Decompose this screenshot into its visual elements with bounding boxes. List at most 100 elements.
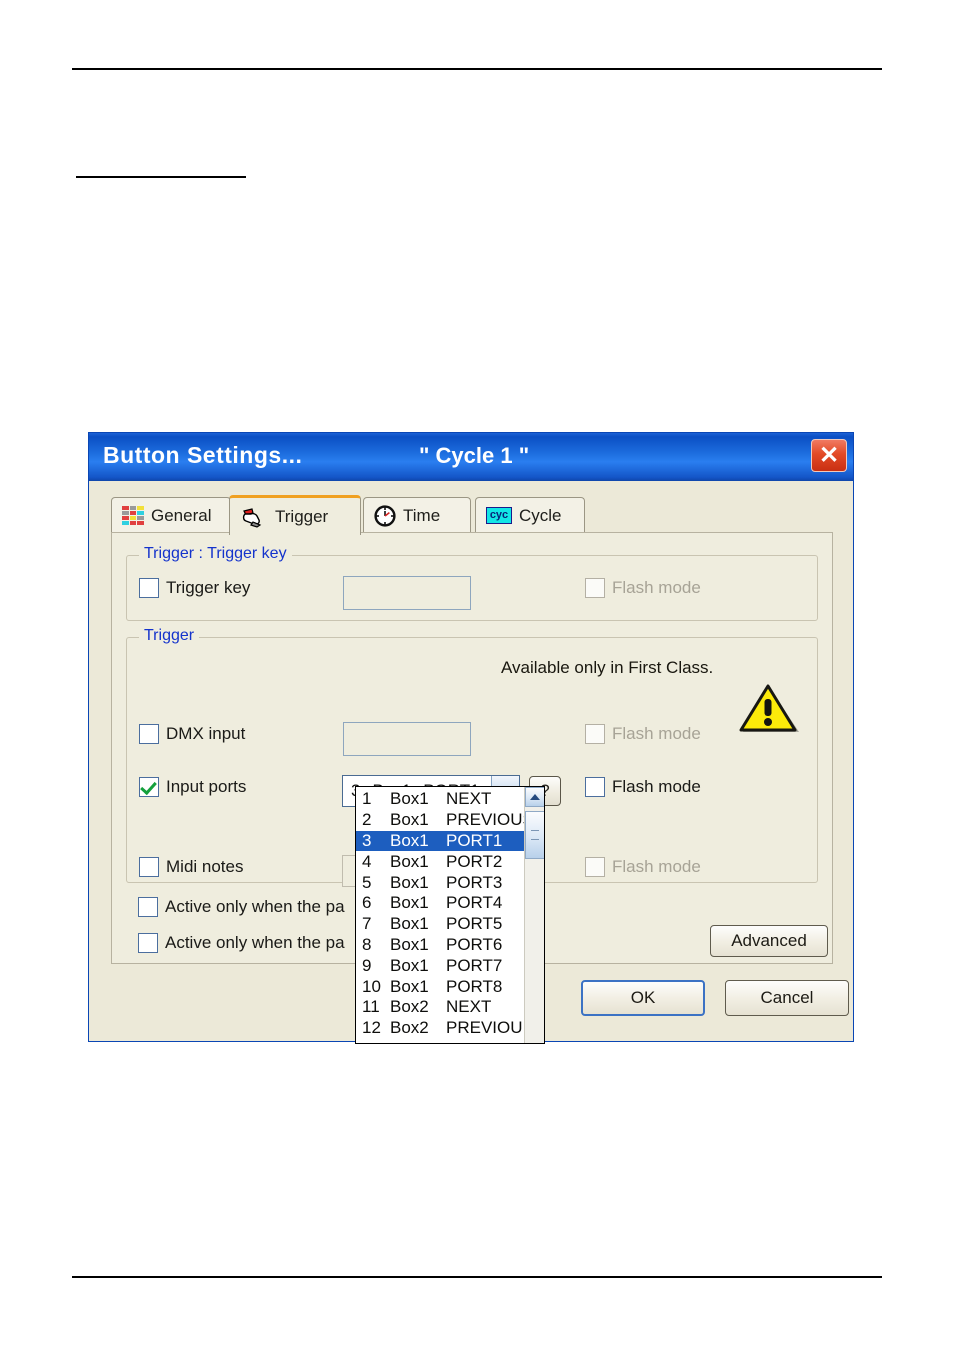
dropdown-item-box: Box1 bbox=[390, 789, 429, 809]
dropdown-item-box: Box1 bbox=[390, 851, 429, 871]
dropdown-item-index: 6 bbox=[362, 893, 372, 913]
ok-button[interactable]: OK bbox=[581, 980, 705, 1016]
tab-trigger-label: Trigger bbox=[275, 506, 329, 526]
trigger-key-flash-checkbox bbox=[585, 578, 605, 598]
dropdown-item-box: Box1 bbox=[390, 810, 429, 830]
dropdown-item-port: PORT5 bbox=[446, 914, 503, 934]
trigger-key-row: Trigger key bbox=[139, 578, 250, 598]
input-ports-flash-row: Flash mode bbox=[585, 777, 701, 797]
dropdown-scrollbar[interactable] bbox=[524, 787, 544, 1043]
trigger-key-checkbox[interactable] bbox=[139, 578, 159, 598]
trigger-key-group: Trigger : Trigger key Trigger key Flash … bbox=[126, 545, 818, 621]
midi-notes-row: Midi notes bbox=[139, 857, 243, 877]
scroll-up-arrow-icon[interactable] bbox=[525, 787, 544, 807]
page-option-row-2: Active only when the pa bbox=[138, 933, 345, 953]
dropdown-item[interactable]: 2 Box1 PREVIOUS bbox=[356, 810, 534, 831]
dmx-input-value-field[interactable] bbox=[343, 722, 471, 756]
section-underline bbox=[76, 176, 246, 178]
dmx-input-row: DMX input bbox=[139, 724, 245, 744]
page-option-checkbox-2[interactable] bbox=[138, 933, 158, 953]
dmx-input-checkbox[interactable] bbox=[139, 724, 159, 744]
dmx-flash-checkbox bbox=[585, 724, 605, 744]
scrollbar-thumb[interactable] bbox=[525, 811, 544, 859]
cancel-button[interactable]: Cancel bbox=[725, 980, 849, 1016]
dropdown-item-port: PORT1 bbox=[446, 830, 503, 850]
dropdown-item[interactable]: 6 Box1 PORT4 bbox=[356, 893, 526, 914]
midi-flash-checkbox bbox=[585, 857, 605, 877]
tab-cycle-label: Cycle bbox=[519, 505, 562, 525]
dropdown-item-box: Box2 bbox=[390, 997, 429, 1017]
dropdown-item-index: 8 bbox=[362, 934, 372, 954]
dropdown-item-port: PORT3 bbox=[446, 872, 503, 892]
tab-trigger[interactable]: Trigger bbox=[229, 495, 361, 535]
page-footer-rule bbox=[72, 1276, 882, 1278]
dropdown-item-port: PORT2 bbox=[446, 851, 503, 871]
trigger-key-input[interactable] bbox=[343, 576, 471, 610]
dropdown-item-port: PORT8 bbox=[446, 976, 503, 996]
trigger-key-flash-label: Flash mode bbox=[612, 578, 701, 597]
trigger-key-label: Trigger key bbox=[166, 578, 251, 597]
advanced-button[interactable]: Advanced bbox=[710, 925, 828, 957]
midi-flash-row: Flash mode bbox=[585, 857, 701, 877]
dropdown-item-index: 12 bbox=[362, 1018, 381, 1038]
dropdown-item-box: Box2 bbox=[390, 1018, 429, 1038]
dropdown-item-port: PREVIOU bbox=[446, 1018, 523, 1038]
dropdown-item-box: Box1 bbox=[390, 934, 429, 954]
cyc-badge-icon: cyc bbox=[486, 507, 512, 524]
dmx-flash-label: Flash mode bbox=[612, 724, 701, 743]
tab-general-label: General bbox=[151, 505, 212, 525]
input-ports-dropdown-list[interactable]: 1 Box1 NEXT 2 Box1 PREVIOUS 3 Box1 PORT1 4 Box1 POR… bbox=[355, 786, 545, 1044]
dropdown-item[interactable]: 12 Box2 PREVIOU bbox=[356, 1018, 526, 1039]
input-ports-flash-label: Flash mode bbox=[612, 777, 701, 796]
clock-icon bbox=[374, 504, 396, 527]
input-ports-flash-checkbox[interactable] bbox=[585, 777, 605, 797]
input-ports-label: Input ports bbox=[166, 777, 247, 796]
dropdown-item[interactable]: 8 Box1 PORT6 bbox=[356, 935, 526, 956]
page-option-checkbox-1[interactable] bbox=[138, 897, 158, 917]
dropdown-item[interactable]: 9 Box1 PORT7 bbox=[356, 955, 526, 976]
tab-time-label: Time bbox=[403, 505, 441, 525]
close-icon[interactable]: ✕ bbox=[811, 439, 847, 472]
dropdown-item-port: PORT4 bbox=[446, 893, 503, 913]
dropdown-item-index: 3 bbox=[362, 830, 372, 850]
input-ports-row: Input ports bbox=[139, 777, 246, 797]
dropdown-item[interactable]: 11 Box2 NEXT bbox=[356, 997, 526, 1018]
dropdown-item[interactable]: 7 Box1 PORT5 bbox=[356, 914, 526, 935]
midi-notes-checkbox[interactable] bbox=[139, 857, 159, 877]
dialog-titlebar: Button Settings... " Cycle 1 " ✕ bbox=[89, 433, 853, 481]
tab-strip: General Trigger Time cyc Cycle bbox=[111, 495, 833, 535]
tab-general[interactable]: General bbox=[111, 497, 231, 533]
page-header-rule bbox=[72, 68, 882, 70]
dmx-flash-row: Flash mode bbox=[585, 724, 701, 744]
hand-click-icon bbox=[240, 505, 268, 529]
dialog-subtitle: " Cycle 1 " bbox=[419, 443, 530, 468]
color-grid-icon bbox=[122, 506, 144, 525]
dropdown-item-index: 11 bbox=[362, 997, 380, 1017]
dropdown-item-index: 9 bbox=[362, 955, 372, 975]
midi-notes-label: Midi notes bbox=[166, 857, 244, 876]
dropdown-item-index: 4 bbox=[362, 851, 372, 871]
dropdown-item[interactable]: 5 Box1 PORT3 bbox=[356, 872, 526, 893]
dropdown-item-box: Box1 bbox=[390, 872, 429, 892]
dropdown-item[interactable]: 4 Box1 PORT2 bbox=[356, 851, 526, 872]
dropdown-item[interactable]: 10 Box1 PORT8 bbox=[356, 976, 526, 997]
dropdown-item-port: NEXT bbox=[446, 789, 492, 809]
dropdown-item-index: 5 bbox=[362, 872, 372, 892]
trigger-key-group-legend: Trigger : Trigger key bbox=[139, 545, 292, 563]
input-ports-checkbox[interactable] bbox=[139, 777, 159, 797]
trigger-key-flash-row: Flash mode bbox=[585, 578, 701, 598]
dropdown-item-index: 10 bbox=[362, 976, 381, 996]
dropdown-item-box: Box1 bbox=[390, 955, 429, 975]
dropdown-item-port: NEXT bbox=[446, 997, 492, 1017]
dmx-input-label: DMX input bbox=[166, 724, 246, 743]
tab-time[interactable]: Time bbox=[363, 497, 471, 533]
page-option-row-1: Active only when the pa bbox=[138, 897, 345, 917]
page-option-label-1: Active only when the pa bbox=[165, 897, 345, 916]
tab-cycle[interactable]: cyc Cycle bbox=[475, 497, 585, 533]
dropdown-item-port: PORT6 bbox=[446, 934, 503, 954]
dialog-title: Button Settings... bbox=[103, 442, 303, 468]
dropdown-item-index: 2 bbox=[362, 810, 372, 830]
dropdown-item[interactable]: 3 Box1 PORT1 bbox=[356, 830, 526, 852]
dropdown-item[interactable]: 1 Box1 NEXT bbox=[356, 789, 526, 810]
page-option-label-2: Active only when the pa bbox=[165, 933, 345, 952]
